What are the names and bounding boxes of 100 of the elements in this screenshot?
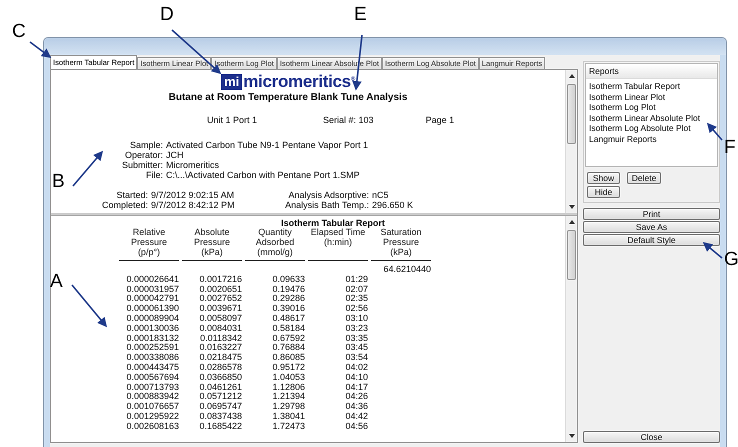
panel-button[interactable]: Default Style <box>583 234 720 246</box>
table-cell-text: 04:36 <box>344 402 368 412</box>
panel-button[interactable]: Print <box>583 208 720 220</box>
logo-mark: mi <box>221 74 242 90</box>
callout-arrow <box>72 150 104 187</box>
info-value: Activated Carbon Tube N9-1 Pentane Vapor Port 1 <box>166 140 368 150</box>
callout-letter: G <box>724 250 738 270</box>
list-item[interactable]: Isotherm Linear Absolute Plot <box>586 112 717 123</box>
table-cell-text: 0.19476 <box>271 284 305 294</box>
panel-button[interactable]: Save As <box>583 221 720 233</box>
report-header-text: Page 1 <box>426 115 454 127</box>
info-label: File: <box>144 170 164 180</box>
table-cell-text: 0.58184 <box>271 324 305 334</box>
table-cell-text: 1.12806 <box>271 382 305 392</box>
table-cell-text: 1.72473 <box>271 422 305 432</box>
table-cell-text: 0.000042791 <box>125 294 179 304</box>
table-cell-text: 0.000031957 <box>125 284 179 294</box>
table-cell-text: 0.09633 <box>271 274 305 285</box>
report-header-text: Unit 1 Port 1 <box>207 115 258 127</box>
table-cell-text: 0.0218475 <box>198 353 242 363</box>
report-header-text: Serial #: 103 <box>323 115 374 127</box>
scrollbar[interactable] <box>565 70 578 213</box>
callout-letter: B <box>52 172 65 192</box>
callout-arrow <box>706 122 723 141</box>
table-cell-text: 0.0571212 <box>198 392 242 402</box>
table-cell-text: 04:17 <box>344 382 368 392</box>
table-cell-text: 0.001295922 <box>125 412 179 422</box>
scroll-down-icon[interactable] <box>568 434 575 438</box>
table-cell-text: 0.0366850 <box>198 372 242 383</box>
scroll-down-icon[interactable] <box>568 205 575 209</box>
table-cell-text: 1.21394 <box>271 392 305 402</box>
list-button[interactable]: Show <box>587 172 620 184</box>
list-item[interactable]: Isotherm Linear Plot <box>586 92 717 102</box>
info-label: Sample: <box>128 140 164 150</box>
info-value: nC5 <box>372 190 390 200</box>
table-cell-text: 0.0039671 <box>198 304 242 314</box>
table-title: Isotherm Tabular Report <box>280 218 386 228</box>
close-button[interactable]: Close <box>583 431 720 443</box>
list-button[interactable]: Hide <box>587 186 620 198</box>
info-label: Analysis Bath Temp.: <box>284 200 370 210</box>
table-cell-text: 0.001076657 <box>125 402 179 412</box>
table-cell-text: 0.0837438 <box>198 412 242 422</box>
table-cell-text: 0.0461261 <box>198 382 242 392</box>
callout-letter: F <box>724 138 736 158</box>
scroll-up-icon[interactable] <box>568 74 575 78</box>
table-cell-text: 1.04053 <box>271 372 305 383</box>
table-cell-text: 0.39016 <box>271 304 305 314</box>
callout-arrow <box>71 284 108 328</box>
table-cell-text: 03:54 <box>344 353 368 363</box>
table-cell-text: 0.000567694 <box>125 372 179 383</box>
list-button[interactable]: Delete <box>627 172 662 184</box>
table-cell-text: 0.000089904 <box>125 314 179 324</box>
table-cell-text: 03:35 <box>344 334 368 344</box>
column-header: Quantity Adsorbed (mmol/g) <box>245 228 305 261</box>
callout-letter: E <box>354 5 367 25</box>
table-cell-text: 0.86085 <box>271 353 305 363</box>
table-cell-text: 0.000883942 <box>125 392 179 402</box>
table-cell-text: 0.0020651 <box>198 284 242 294</box>
table-cell-text: 03:10 <box>344 314 368 324</box>
table-cell-text: 0.1685422 <box>198 422 242 432</box>
info-label: Completed: <box>100 200 149 210</box>
table-cell-text: 0.67592 <box>271 334 305 344</box>
callout-letter: C <box>12 22 26 42</box>
table-cell-text: 0.000338086 <box>125 353 179 363</box>
table-cell-text: 0.0017216 <box>198 274 242 285</box>
table-cell-text: 0.0058097 <box>198 314 242 324</box>
table-cell-text: 1.38041 <box>271 412 305 422</box>
table-cell-text: 01:29 <box>344 274 368 285</box>
table-cell-text: 02:56 <box>344 304 368 314</box>
list-item[interactable]: Langmuir Reports <box>586 134 717 144</box>
table-cell-text: 02:35 <box>344 294 368 304</box>
column-header: Relative Pressure (p/p°) <box>119 228 179 261</box>
column-header: Saturation Pressure (kPa) <box>371 228 431 261</box>
list-item[interactable]: Isotherm Log Plot <box>586 102 717 112</box>
scrollbar-thumb[interactable] <box>567 230 576 280</box>
table-cell-text: 02:07 <box>344 284 368 294</box>
table-cell-text: 04:56 <box>344 422 368 432</box>
callout-letter: A <box>50 272 63 292</box>
table-cell-text: 1.29798 <box>271 402 305 412</box>
info-value: C:\...\Activated Carbon with Pentane Port 1.SMP <box>166 170 360 180</box>
scrollbar[interactable] <box>565 216 578 442</box>
table-cell-text: 64.6210440 <box>382 265 431 275</box>
scroll-up-icon[interactable] <box>568 220 575 224</box>
logo-text: micromeritics$^{®}$ <box>243 72 355 92</box>
info-label: Submitter: <box>120 160 164 170</box>
list-item[interactable]: Isotherm Log Absolute Plot <box>586 123 717 134</box>
column-header: Absolute Pressure (kPa) <box>182 228 242 261</box>
scrollbar-thumb[interactable] <box>567 84 576 144</box>
table-cell-text: 04:10 <box>344 372 368 383</box>
table-cell-text: 03:23 <box>344 324 368 334</box>
table-cell-text: 0.0163227 <box>198 343 242 354</box>
callout-arrow <box>702 242 723 259</box>
info-value: Micromeritics <box>166 160 219 170</box>
list-item[interactable]: Isotherm Tabular Report <box>586 81 717 92</box>
table-cell-text: 0.000130036 <box>125 324 179 334</box>
table-cell-text: 04:42 <box>344 412 368 422</box>
table-cell-text: 0.0027652 <box>198 294 242 304</box>
info-label: Operator: <box>124 150 164 160</box>
info-label: Started: <box>115 190 149 200</box>
table-cell-text: 0.000061390 <box>125 304 179 314</box>
